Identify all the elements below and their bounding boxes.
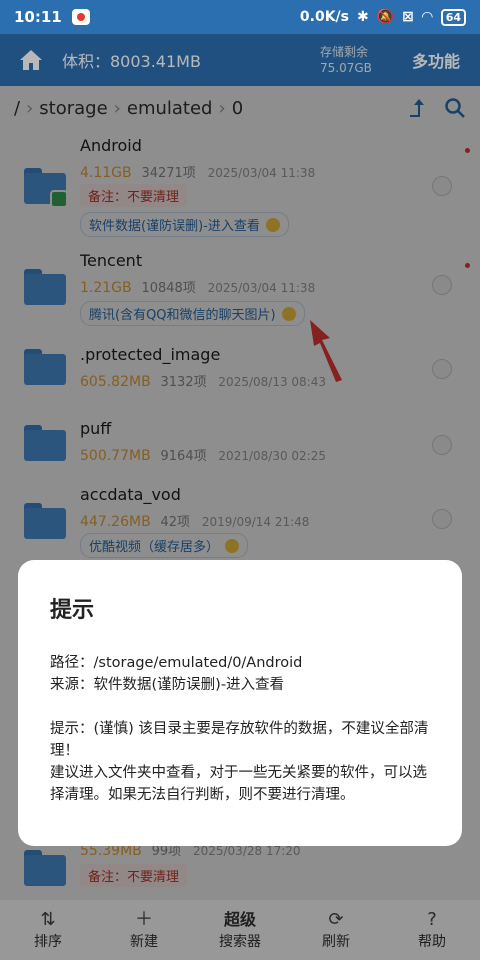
status-right: 0.0K/s ✱ 🔕 ⊠ ◠ 64 — [299, 8, 466, 26]
battery-icon: 64 — [440, 8, 466, 26]
mute-icon: 🔕 — [376, 9, 395, 25]
notification-app-icon — [71, 9, 90, 25]
wifi-icon: ◠ — [421, 9, 433, 25]
status-time: 10:11 — [14, 8, 62, 26]
dialog-source: 来源：软件数据(谨防误删)-进入查看 — [50, 677, 285, 693]
dialog-tip: 提示：(谨慎) 该目录主要是存放软件的数据，不建议全部清理！ — [50, 721, 429, 759]
tip-dialog: 提示 路径：/storage/emulated/0/Android 来源：软件数… — [18, 560, 462, 846]
net-speed: 0.0K/s — [299, 9, 349, 25]
dialog-advice: 建议进入文件夹中查看，对于一些无关紧要的软件，可以选择清理。如果无法自行判断，则… — [50, 765, 427, 803]
dialog-path: 路径：/storage/emulated/0/Android — [50, 655, 303, 671]
dialog-title: 提示 — [50, 598, 95, 623]
modal-backdrop-bottom — [0, 900, 480, 960]
bluetooth-icon: ✱ — [357, 9, 369, 25]
sim-icon: ⊠ — [402, 9, 414, 25]
modal-backdrop-top — [0, 34, 480, 86]
status-bar: 10:11 0.0K/s ✱ 🔕 ⊠ ◠ 64 — [0, 0, 480, 34]
